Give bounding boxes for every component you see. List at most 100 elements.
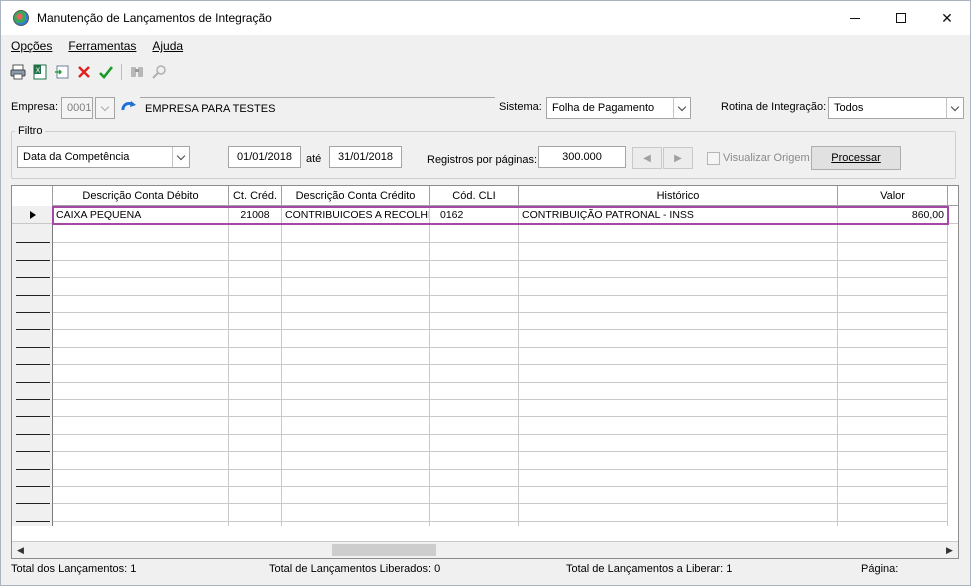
title-bar: Manutenção de Lançamentos de Integração … [1, 1, 970, 35]
status-total-liberados: Total de Lançamentos Liberados: 0 [269, 563, 441, 575]
empty-row-line [53, 346, 948, 348]
confirm-icon[interactable] [97, 63, 115, 81]
triangle-right-icon: ▶ [946, 544, 953, 555]
empty-row-line [53, 294, 948, 296]
menu-opcoes[interactable]: Opções [11, 39, 52, 53]
cell-historico[interactable]: CONTRIBUIÇÃO PATRONAL - INSS [519, 206, 838, 224]
empresa-code-field[interactable]: 0001 [61, 97, 93, 119]
cell-descricao-credito[interactable]: CONTRIBUICOES A RECOLHER [282, 206, 430, 224]
magnifier-icon[interactable] [150, 63, 168, 81]
empty-row-line [53, 451, 948, 453]
svg-text:X: X [36, 67, 41, 75]
sistema-dropdown-button[interactable] [673, 98, 690, 118]
excel-export-icon[interactable]: X [31, 63, 49, 81]
empty-row-line [53, 277, 948, 279]
row-header-line [16, 416, 50, 418]
next-page-button[interactable]: ▶ [663, 147, 693, 169]
ate-label: até [306, 153, 322, 165]
col-descricao-debito[interactable]: Descrição Conta Débito [53, 186, 229, 206]
registros-input[interactable]: 300.000 [538, 146, 626, 168]
processar-button[interactable]: Processar [811, 146, 901, 170]
main-window: Manutenção de Lançamentos de Integração … [0, 0, 971, 586]
maximize-button[interactable] [878, 1, 924, 35]
empty-row-line [53, 242, 948, 244]
toolbar-separator [121, 64, 122, 80]
empty-row-line [53, 259, 948, 261]
toolbar: X [9, 59, 168, 85]
scrollbar-thumb[interactable] [332, 544, 436, 556]
visualizar-origem-checkbox[interactable] [707, 152, 720, 165]
menu-ajuda[interactable]: Ajuda [152, 39, 183, 53]
empty-row-line [53, 329, 948, 331]
window-title: Manutenção de Lançamentos de Integração [37, 11, 272, 25]
col-cod-cli[interactable]: Cód. CLI [430, 186, 519, 206]
col-historico[interactable]: Histórico [519, 186, 838, 206]
grid-header: Descrição Conta Débito Ct. Créd. Descriç… [12, 186, 958, 206]
rotina-select[interactable]: Todos [828, 97, 964, 119]
app-icon [13, 10, 29, 26]
date-to-input[interactable]: 31/01/2018 [329, 146, 402, 168]
minimize-button[interactable] [832, 1, 878, 35]
cell-descricao-debito[interactable]: CAIXA PEQUENA [53, 206, 229, 224]
empty-row-line [53, 416, 948, 418]
triangle-left-icon: ◀ [17, 544, 24, 555]
chevron-down-icon [677, 102, 687, 111]
rotina-dropdown-button[interactable] [946, 98, 963, 118]
registros-label: Registros por páginas: [427, 154, 538, 166]
empty-row-line [53, 486, 948, 487]
row-header-line [16, 451, 50, 453]
cell-ct-cred[interactable]: 21008 [229, 206, 282, 224]
refresh-company-icon[interactable] [120, 99, 138, 117]
row-header-line [16, 486, 50, 487]
col-ct-cred[interactable]: Ct. Créd. [229, 186, 282, 206]
empty-row-line [53, 381, 948, 383]
date-from-input[interactable]: 01/01/2018 [228, 146, 301, 168]
sistema-select[interactable]: Folha de Pagamento [546, 97, 691, 119]
printer-icon[interactable] [9, 63, 27, 81]
triangle-left-icon: ◀ [643, 152, 651, 164]
empresa-dropdown-button[interactable] [95, 97, 115, 119]
row-header-line [16, 381, 50, 383]
empty-row-line [53, 503, 948, 505]
scroll-right-button[interactable]: ▶ [941, 542, 958, 558]
col-descricao-credito[interactable]: Descrição Conta Crédito [282, 186, 430, 206]
import-icon[interactable] [53, 63, 71, 81]
filter-type-select[interactable]: Data da Competência [17, 146, 190, 168]
col-valor[interactable]: Valor [838, 186, 948, 206]
table-row[interactable]: CAIXA PEQUENA 21008 CONTRIBUICOES A RECO… [12, 206, 958, 224]
row-header-line [16, 329, 50, 331]
chevron-down-icon [100, 102, 110, 111]
lancamentos-grid: Descrição Conta Débito Ct. Créd. Descriç… [11, 185, 959, 559]
empty-row-line [53, 312, 948, 313]
sistema-label: Sistema: [499, 101, 542, 113]
prev-page-button[interactable]: ◀ [632, 147, 662, 169]
close-button[interactable]: ✕ [924, 1, 970, 35]
filter-title: Filtro [15, 125, 46, 137]
empresa-label: Empresa: [11, 101, 59, 113]
empty-row-line [53, 399, 948, 400]
rotina-value: Todos [834, 102, 864, 114]
empresa-name-field: EMPRESA PARA TESTES [140, 97, 495, 119]
horizontal-scrollbar[interactable]: ◀ ▶ [12, 541, 958, 558]
menu-ferramentas[interactable]: Ferramentas [68, 39, 136, 53]
row-header-line [16, 312, 50, 313]
sistema-value: Folha de Pagamento [552, 102, 655, 114]
empty-row-line [53, 468, 948, 470]
maximize-icon [896, 13, 906, 23]
empty-row-line [53, 433, 948, 435]
row-header-line [16, 433, 50, 435]
row-header-line [16, 468, 50, 470]
row-header-line [16, 294, 50, 296]
cell-valor[interactable]: 860,00 [838, 206, 948, 224]
cell-cod-cli[interactable]: 0162 [430, 206, 519, 224]
row-header-column [12, 206, 53, 526]
row-header-line [16, 242, 50, 244]
scroll-left-button[interactable]: ◀ [12, 542, 29, 558]
chevron-down-icon [950, 102, 960, 111]
delete-icon[interactable] [75, 63, 93, 81]
binoculars-icon[interactable] [128, 63, 146, 81]
filter-type-dropdown-button[interactable] [172, 147, 189, 167]
rotina-label: Rotina de Integração: [721, 101, 827, 113]
row-header-line [16, 399, 50, 400]
row-header-line [16, 277, 50, 279]
